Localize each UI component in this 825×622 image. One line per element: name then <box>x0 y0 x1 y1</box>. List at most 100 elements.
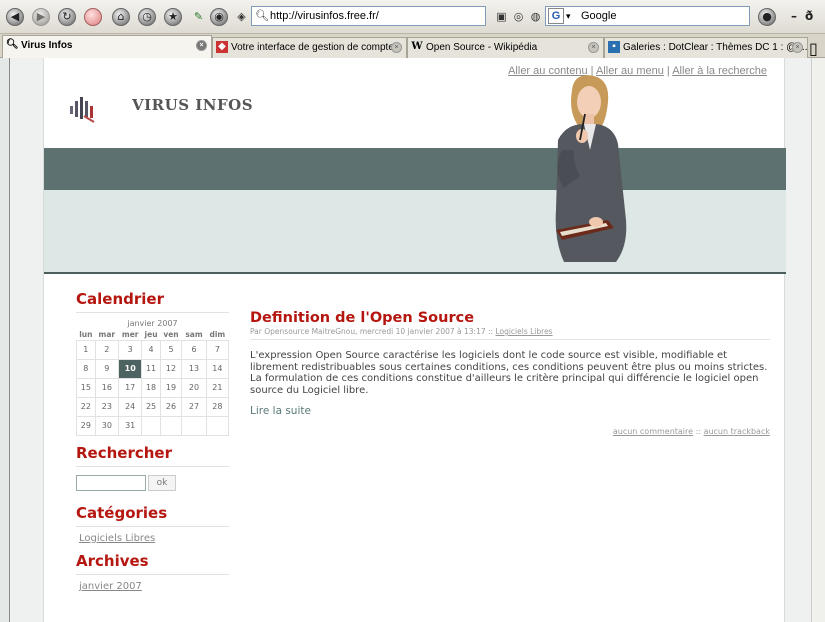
post-body: L'expression Open Source caractérise les… <box>250 350 768 396</box>
header-photo <box>555 75 627 262</box>
search-go-icon[interactable]: ● <box>758 8 776 26</box>
stop-icon[interactable] <box>84 8 102 26</box>
calendar-caption: janvier 2007 <box>127 319 178 328</box>
weekday-header: mar <box>98 329 116 339</box>
calendar-day[interactable]: 13 <box>181 358 207 379</box>
calendar-day[interactable]: 30 <box>94 415 120 436</box>
new-tab-icon[interactable]: ▯ <box>809 39 818 58</box>
weekday-header: mer <box>121 329 139 339</box>
calendar-empty-cell <box>159 415 183 436</box>
calendar-day[interactable]: 11 <box>141 358 161 379</box>
calendar-week-row: 22 23 24 25 26 27 28 <box>76 396 230 417</box>
calendar-day[interactable]: 3 <box>117 339 143 360</box>
calendar-day[interactable]: 1 <box>76 339 96 360</box>
bookmark-icon[interactable]: ★ <box>164 8 182 26</box>
settings-icon[interactable]: ◎ <box>511 9 526 24</box>
calendar-day[interactable]: 28 <box>205 396 230 417</box>
calendar-day[interactable]: 15 <box>76 377 96 398</box>
search-heading: Rechercher <box>76 444 229 467</box>
trackback-link[interactable]: aucun trackback <box>704 427 770 436</box>
calendar-day[interactable]: 20 <box>181 377 207 398</box>
plugin-icon[interactable]: ◉ <box>210 8 228 26</box>
tab-gestion-comptes[interactable]: ◆ Votre interface de gestion de comptes … <box>212 37 407 58</box>
calendar-day[interactable]: 31 <box>117 415 143 436</box>
calendar-day[interactable]: 12 <box>159 358 183 379</box>
page-icon: 🔍︎ <box>255 10 269 22</box>
calendar-day[interactable]: 14 <box>205 358 230 379</box>
calendar-day[interactable]: 22 <box>76 396 96 417</box>
calendar-day[interactable]: 24 <box>117 396 143 417</box>
calendar-heading: Calendrier <box>76 290 229 313</box>
post-footer: aucun commentaire :: aucun trackback <box>612 427 770 436</box>
tab-label: Votre interface de gestion de comptes <box>231 42 399 53</box>
forward-icon[interactable]: ▶ <box>32 8 50 26</box>
rss-icon[interactable]: ▣ <box>494 9 509 24</box>
header-band-light <box>44 190 786 274</box>
calendar-day[interactable]: 21 <box>205 377 230 398</box>
close-icon[interactable]: × <box>588 42 599 53</box>
calendar-day[interactable]: 16 <box>94 377 120 398</box>
category-link[interactable]: Logiciels Libres <box>79 533 229 544</box>
comments-link[interactable]: aucun commentaire <box>613 427 693 436</box>
post-category-link[interactable]: Logiciels Libres <box>495 327 552 336</box>
calendar-empty-cell <box>141 415 161 436</box>
archive-link[interactable]: janvier 2007 <box>79 581 229 592</box>
search-ok-button[interactable]: ok <box>148 475 176 491</box>
calendar-day[interactable]: 2 <box>94 339 120 360</box>
calendar-day[interactable]: 17 <box>117 377 143 398</box>
close-icon[interactable]: × <box>792 42 803 53</box>
scrollbar[interactable] <box>811 58 825 622</box>
page-viewport: Aller au contenu | Aller au menu | Aller… <box>0 58 825 622</box>
calendar-day[interactable]: 25 <box>141 396 161 417</box>
chevron-down-icon[interactable]: ▾ <box>566 7 571 25</box>
back-icon[interactable]: ◀ <box>6 8 24 26</box>
site-logo-icon[interactable] <box>66 92 100 126</box>
archives-heading: Archives <box>76 552 229 575</box>
restore-button[interactable]: ð <box>805 9 813 23</box>
search-input[interactable] <box>76 475 146 491</box>
search-form: ok <box>76 473 229 492</box>
home-icon[interactable]: ⌂ <box>112 8 130 26</box>
wikipedia-icon: W <box>411 41 423 52</box>
calendar-day[interactable]: 8 <box>76 358 96 379</box>
google-icon[interactable]: G <box>548 8 564 24</box>
pen-icon[interactable]: ✎ <box>191 9 206 24</box>
tab-wikipedia[interactable]: W Open Source - Wikipédia × <box>407 37 604 58</box>
calendar-day[interactable]: 27 <box>181 396 207 417</box>
addon-icon[interactable]: ◍ <box>528 9 543 24</box>
minimize-button[interactable]: – <box>791 9 797 23</box>
close-icon[interactable]: × <box>391 42 402 53</box>
calendar-day[interactable]: 6 <box>181 339 207 360</box>
tab-label: Open Source - Wikipédia <box>426 42 538 53</box>
reload-icon[interactable]: ↻ <box>58 8 76 26</box>
post-meta: Par Opensource MaitreGnou, mercredi 10 j… <box>250 327 770 340</box>
tab-virus-infos[interactable]: 🔍︎ Virus Infos × <box>2 35 212 58</box>
calendar-day[interactable]: 10 <box>117 358 143 379</box>
calendar-day[interactable]: 26 <box>159 396 183 417</box>
search-engine-input[interactable]: G ▾ Google <box>545 6 750 26</box>
weekday-header: dim <box>209 329 226 339</box>
left-border <box>0 58 10 622</box>
read-more-link[interactable]: Lire la suite <box>250 405 770 417</box>
calendar-week-row: 15 16 17 18 19 20 21 <box>76 377 230 398</box>
calendar-day[interactable]: 9 <box>94 358 120 379</box>
site-title[interactable]: VIRUS INFOS <box>132 96 253 114</box>
close-icon[interactable]: × <box>196 40 207 51</box>
post-title[interactable]: Definition de l'Open Source <box>250 310 770 326</box>
history-icon[interactable]: ◷ <box>138 8 156 26</box>
calendar-day[interactable]: 19 <box>159 377 183 398</box>
search-icon: 🔍︎ <box>6 39 19 50</box>
calendar-day[interactable]: 4 <box>141 339 161 360</box>
calendar-empty-cell <box>205 415 230 436</box>
calendar-day[interactable]: 23 <box>94 396 120 417</box>
tab-galeries[interactable]: ▪ Galeries : DotClear : Thèmes DC 1 : @t… <box>604 37 808 58</box>
categories-heading: Catégories <box>76 504 229 527</box>
calendar-day[interactable]: 29 <box>76 415 96 436</box>
weekday-header: sam <box>185 329 203 339</box>
calendar-day[interactable]: 18 <box>141 377 161 398</box>
calendar-day[interactable]: 5 <box>159 339 183 360</box>
skip-to-search-link[interactable]: Aller à la recherche <box>672 65 767 77</box>
calendar-day[interactable]: 7 <box>205 339 230 360</box>
tab-label: Galeries : DotClear : Thèmes DC 1 : @t..… <box>623 42 808 53</box>
url-input[interactable]: 🔍︎ http://virusinfos.free.fr/ <box>251 6 486 26</box>
